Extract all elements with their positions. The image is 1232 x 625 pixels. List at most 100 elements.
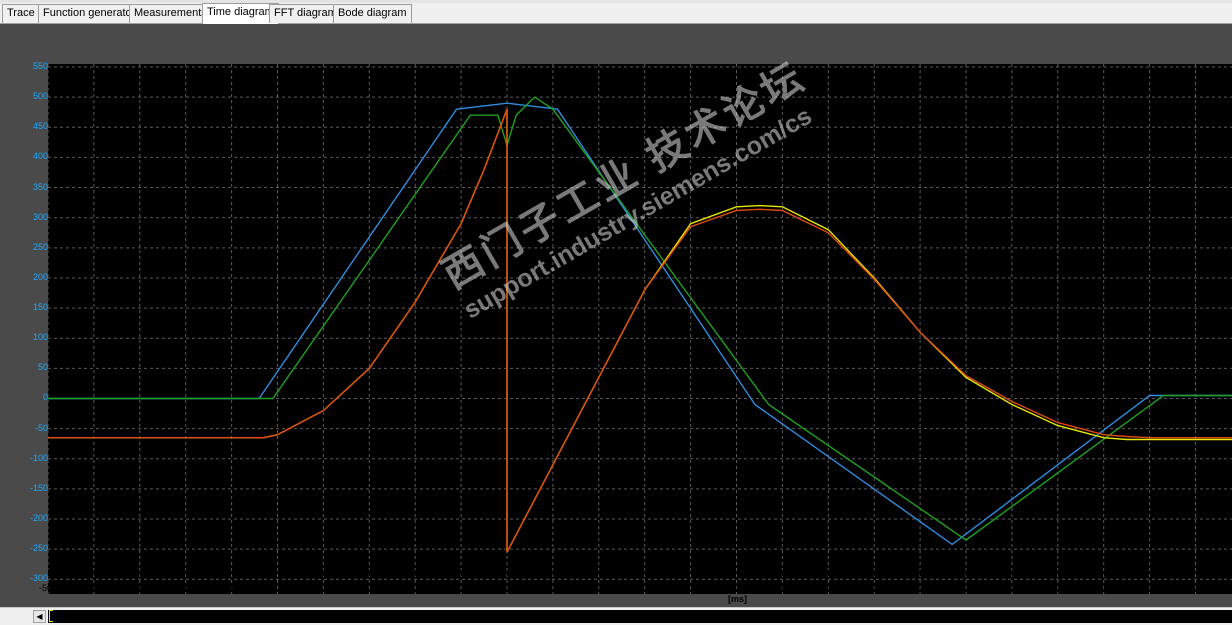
scroll-thumb[interactable] xyxy=(49,610,53,622)
x-minor-tick xyxy=(48,570,49,573)
x-tick-label: 200 xyxy=(361,583,377,593)
x-minor-tick xyxy=(158,570,160,573)
x-minor-tick xyxy=(562,570,564,573)
x-minor-tick xyxy=(84,570,86,573)
x-tick-label: 400 xyxy=(453,583,469,593)
tab-bar-topline xyxy=(0,0,1232,3)
x-minor-tick xyxy=(121,570,123,573)
x-minor-tick xyxy=(708,570,710,573)
tab-bar: Trace Function generator Measurements Ti… xyxy=(0,0,1232,24)
x-minor-tick xyxy=(828,570,830,573)
scroll-track[interactable] xyxy=(48,610,1232,623)
x-minor-tick xyxy=(75,570,77,573)
x-minor-tick xyxy=(231,570,233,573)
x-minor-tick xyxy=(213,570,215,573)
x-minor-tick xyxy=(112,570,114,573)
tab-fft-diagram[interactable]: FFT diagram xyxy=(269,4,342,23)
x-minor-tick xyxy=(580,570,582,573)
x-minor-tick xyxy=(332,570,334,573)
x-minor-tick xyxy=(809,570,811,573)
x-minor-tick xyxy=(286,570,288,573)
x-tick-label: -400 xyxy=(84,583,103,593)
y-tick-label: -150 xyxy=(29,482,48,493)
x-tick-label: 1800 xyxy=(1093,583,1114,593)
x-minor-tick xyxy=(1039,570,1041,573)
x-minor-tick xyxy=(1094,570,1096,573)
x-minor-tick xyxy=(1122,570,1124,573)
y-tick-label: -250 xyxy=(29,543,48,554)
x-tick-label: -200 xyxy=(176,583,195,593)
series-red-line xyxy=(48,108,1232,553)
tab-measurements[interactable]: Measurements xyxy=(129,4,212,23)
x-minor-tick xyxy=(764,570,766,573)
x-minor-tick xyxy=(130,570,132,573)
x-minor-tick xyxy=(1002,570,1004,573)
x-axis-label: [ms] xyxy=(728,594,748,604)
x-minor-tick xyxy=(534,570,536,573)
x-minor-tick xyxy=(139,570,141,573)
x-minor-tick xyxy=(479,570,481,573)
x-tick-label: 500 xyxy=(499,583,515,593)
x-minor-tick xyxy=(57,570,59,573)
y-axis: 550 500 450 400 350 300 250 200 150 100 50 0 -50 -100… xyxy=(0,24,48,607)
tab-trace[interactable]: Trace xyxy=(2,4,40,23)
y-tick-label: 150 xyxy=(32,302,48,313)
x-minor-tick xyxy=(1158,570,1160,573)
y-tick-label: 300 xyxy=(32,211,48,222)
x-tick-label: 1600 xyxy=(1001,583,1022,593)
x-tick-label: 1400 xyxy=(910,583,931,593)
x-minor-tick xyxy=(626,570,628,573)
chart-canvas xyxy=(48,64,1232,594)
y-tick-label: -50 xyxy=(34,422,48,433)
x-minor-tick xyxy=(607,570,609,573)
x-minor-tick xyxy=(240,570,242,573)
x-tick-label: 1200 xyxy=(818,583,839,593)
x-minor-tick xyxy=(727,570,729,573)
x-tick-label: -100 xyxy=(222,583,241,593)
x-minor-tick xyxy=(525,570,527,573)
x-minor-tick xyxy=(1021,570,1023,573)
x-minor-tick xyxy=(773,570,775,573)
x-minor-tick xyxy=(984,570,986,573)
x-minor-tick xyxy=(1066,570,1068,573)
x-minor-tick xyxy=(507,570,508,573)
x-minor-tick xyxy=(341,570,343,573)
x-minor-tick xyxy=(66,570,68,573)
x-minor-tick xyxy=(497,570,499,573)
scroll-left-arrow-icon[interactable]: ◀ xyxy=(33,610,46,623)
x-minor-tick xyxy=(259,570,261,573)
x-minor-tick xyxy=(552,570,554,573)
x-minor-tick xyxy=(571,570,573,573)
x-minor-tick xyxy=(956,570,958,573)
tab-function-generator[interactable]: Function generator xyxy=(38,4,141,23)
x-minor-tick xyxy=(745,570,747,573)
x-minor-tick xyxy=(947,570,949,573)
x-minor-tick xyxy=(277,570,279,573)
horizontal-scrollbar[interactable]: ◀ xyxy=(0,607,1232,625)
x-minor-tick xyxy=(837,570,839,573)
time-diagram-panel: 550 500 450 400 350 300 250 200 150 100 50 0 -50 -100… xyxy=(0,24,1232,607)
x-minor-tick xyxy=(892,570,894,573)
x-minor-tick xyxy=(1011,570,1013,573)
x-minor-tick xyxy=(653,570,655,573)
x-minor-tick xyxy=(406,570,408,573)
x-tick-label: 1500 xyxy=(955,583,977,593)
y-tick-label: 400 xyxy=(32,151,48,162)
tab-time-diagram[interactable]: Time diagram xyxy=(202,3,279,24)
x-minor-tick xyxy=(167,570,169,573)
tab-bode-diagram[interactable]: Bode diagram xyxy=(333,4,412,23)
x-minor-tick xyxy=(718,570,720,573)
x-minor-tick xyxy=(350,570,352,573)
plot-area[interactable] xyxy=(48,64,1232,594)
x-minor-tick xyxy=(387,570,389,573)
x-minor-tick xyxy=(360,570,362,573)
y-tick-label: 500 xyxy=(32,91,48,102)
x-tick-label: 900 xyxy=(683,583,699,593)
y-tick-label: -200 xyxy=(29,513,48,524)
x-minor-tick xyxy=(598,570,600,573)
x-minor-tick xyxy=(800,570,802,573)
x-minor-tick xyxy=(268,570,270,573)
x-minor-tick xyxy=(1213,570,1215,573)
x-minor-tick xyxy=(938,570,940,573)
x-minor-tick xyxy=(433,570,435,573)
